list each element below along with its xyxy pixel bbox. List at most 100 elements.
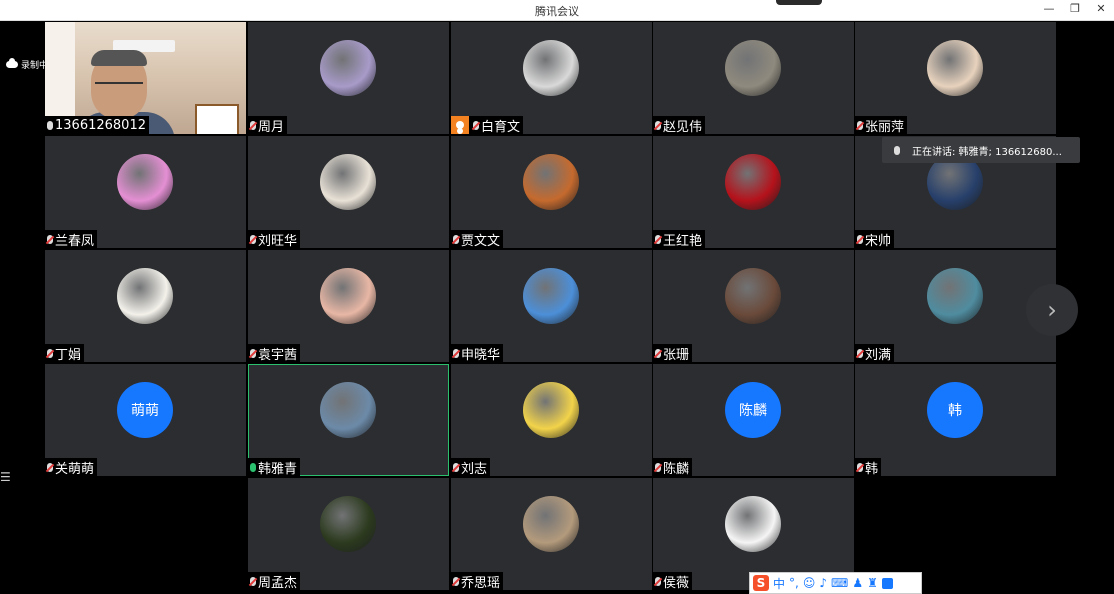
emoji-icon[interactable]: ☺ [803, 576, 816, 590]
participant-tile[interactable]: 张丽萍 [855, 22, 1056, 134]
participant-name: 张珊 [663, 347, 690, 363]
avatar [927, 40, 983, 96]
participant-tile[interactable]: 王红艳 [653, 136, 854, 248]
minimize-button[interactable]: — [1042, 2, 1056, 16]
punctuation-icon[interactable]: °, [789, 576, 799, 590]
name-bar: 兰春凤 [45, 230, 98, 248]
avatar [523, 382, 579, 438]
name-bar: 丁娟 [45, 344, 85, 363]
participant-tile[interactable]: 韩韩 [855, 364, 1056, 476]
participant-tile[interactable]: 申晓华 [451, 250, 652, 362]
close-button[interactable]: ✕ [1094, 2, 1108, 16]
video-hair [91, 50, 147, 66]
participant-tile[interactable]: 13661268012 [45, 22, 246, 134]
mic-muted-icon [47, 234, 53, 244]
mic-muted-icon [453, 234, 459, 244]
mic-muted-icon [655, 462, 661, 472]
avatar [523, 154, 579, 210]
mic-muted-icon [250, 234, 256, 244]
name-bar: 王红艳 [653, 230, 706, 249]
participant-tile[interactable]: 兰春凤 [45, 136, 246, 248]
menu-icon[interactable]: ☰ [0, 470, 11, 484]
name-bar: 关萌萌 [45, 458, 98, 477]
participant-tile[interactable]: 韩雅青 [248, 364, 449, 476]
name-bar: 宋帅 [855, 230, 895, 249]
participant-name: 刘志 [461, 461, 488, 477]
name-bar: 白育文 [451, 116, 524, 135]
participant-tile[interactable]: 赵见伟 [653, 22, 854, 134]
participant-name: 乔思瑶 [461, 575, 501, 591]
participant-tile[interactable]: 张珊 [653, 250, 854, 362]
name-bar: 赵见伟 [653, 116, 706, 134]
participant-name: 白育文 [481, 119, 521, 135]
host-icon [451, 116, 469, 134]
participant-tile[interactable]: 陈麟 陈麟 [653, 364, 854, 476]
keyboard-icon[interactable]: ⌨ [831, 576, 848, 590]
name-bar: 刘旺华 [248, 230, 301, 248]
recording-indicator[interactable]: 录制中 [6, 58, 48, 71]
video-frame [195, 104, 239, 134]
voice-icon[interactable]: ♪ [819, 576, 827, 590]
participant-tile[interactable]: 袁宇茜 [248, 250, 449, 362]
participant-name: 张丽萍 [865, 119, 905, 135]
participant-name: 韩 [865, 461, 879, 477]
skin-icon[interactable]: ♜ [867, 576, 878, 590]
participant-name: 侯薇 [663, 575, 690, 591]
mic-muted-icon [47, 348, 53, 358]
name-bar: 刘志 [451, 458, 491, 477]
avatar: 陈麟 [725, 382, 781, 438]
cloud-icon [6, 58, 18, 68]
participant-name: 周孟杰 [258, 575, 298, 591]
name-bar: 刘满 [855, 344, 895, 362]
mic-muted-icon [453, 576, 459, 586]
participant-name: 韩雅青 [258, 461, 298, 477]
participant-name: 周月 [258, 119, 285, 135]
participant-tile[interactable]: 白育文 [451, 22, 652, 134]
next-page-button[interactable]: › [1026, 284, 1078, 336]
name-bar: 张珊 [653, 344, 693, 363]
participant-tile[interactable]: 刘志 [451, 364, 652, 476]
participant-tile[interactable]: 丁娟 [45, 250, 246, 362]
mic-muted-icon [655, 234, 661, 244]
participant-tile[interactable]: 贾文文 [451, 136, 652, 248]
toolbox-icon[interactable] [881, 577, 893, 589]
name-bar: 贾文文 [451, 230, 504, 249]
mic-muted-icon [857, 120, 863, 130]
avatar: 萌萌 [117, 382, 173, 438]
participant-tile[interactable]: 周月 [248, 22, 449, 134]
avatar [725, 496, 781, 552]
participant-name: 袁宇茜 [258, 347, 298, 363]
mic-muted-icon [47, 462, 53, 472]
avatar [725, 268, 781, 324]
avatar [320, 496, 376, 552]
name-bar: 13661268012 [45, 116, 149, 134]
participant-tile[interactable]: 乔思瑶 [451, 478, 652, 590]
participant-tile[interactable]: 萌萌关萌萌 [45, 364, 246, 476]
mic-muted-icon [250, 576, 256, 586]
name-bar: 韩雅青 [248, 458, 301, 477]
user-icon[interactable]: ♟ [852, 576, 863, 590]
participant-name: 关萌萌 [55, 461, 95, 477]
avatar [725, 40, 781, 96]
name-bar: 周孟杰 [248, 572, 301, 591]
participant-tile[interactable]: 刘旺华 [248, 136, 449, 248]
ime-toolbar[interactable]: S 中 °, ☺ ♪ ⌨ ♟ ♜ [749, 572, 922, 594]
name-bar: 侯薇 [653, 572, 693, 591]
ime-mode[interactable]: 中 [773, 575, 785, 592]
participant-name: 13661268012 [55, 117, 146, 133]
participant-tile[interactable]: 周孟杰 [248, 478, 449, 590]
participant-name: 丁娟 [55, 347, 82, 363]
mic-muted-icon [250, 348, 256, 358]
avatar [523, 268, 579, 324]
participant-name: 宋帅 [865, 233, 892, 249]
mic-icon [47, 120, 53, 130]
restore-button[interactable]: ❐ [1068, 2, 1082, 16]
mic-muted-icon [857, 348, 863, 358]
recording-label: 录制中 [21, 61, 49, 71]
name-bar: 乔思瑶 [451, 572, 504, 591]
participant-name: 申晓华 [461, 347, 501, 363]
video-glasses [95, 82, 143, 90]
participant-name: 王红艳 [663, 233, 703, 249]
participant-name: 贾文文 [461, 233, 501, 249]
mic-muted-icon [857, 462, 863, 472]
